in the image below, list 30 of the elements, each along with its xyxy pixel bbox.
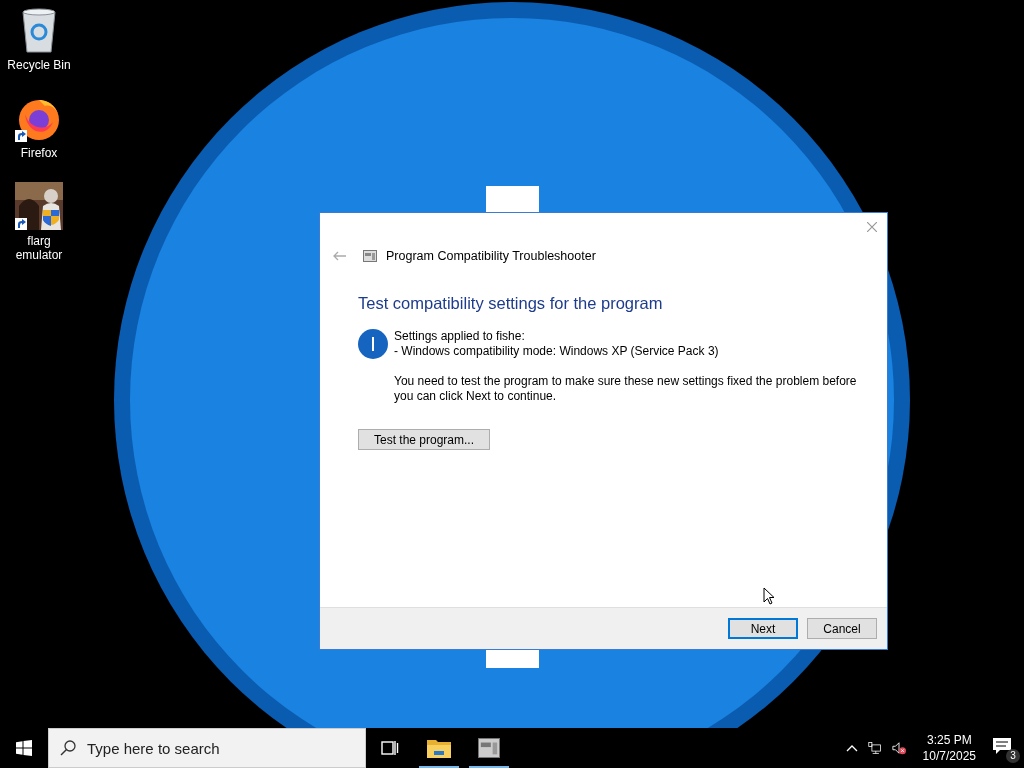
clock-date[interactable]: 10/7/2025 xyxy=(922,748,976,764)
troubleshooter-icon xyxy=(363,249,377,263)
volume-icon[interactable] xyxy=(891,741,906,755)
search-field[interactable]: Type here to search xyxy=(48,728,366,768)
window-title: Program Compatibility Troubleshooter xyxy=(386,249,596,263)
notification-count: 3 xyxy=(1006,749,1020,763)
network-icon[interactable] xyxy=(867,741,882,755)
start-icon[interactable] xyxy=(16,740,32,756)
desktop-icon-label[interactable]: flarg emulator xyxy=(4,234,74,262)
desktop-icon-label[interactable]: Firefox xyxy=(4,146,74,160)
clock-time[interactable]: 3:25 PM xyxy=(926,732,972,748)
info-icon xyxy=(358,329,388,359)
info-text: Settings applied to fishe: xyxy=(394,329,526,344)
page-heading: Test compatibility settings for the program xyxy=(358,294,664,313)
instruction-text: You need to test the program to make sure these new settings fixed the problem before you can click Next to continue. xyxy=(394,374,858,404)
shortcut-arrow-icon xyxy=(15,218,27,230)
shortcut-arrow-icon xyxy=(15,130,27,142)
troubleshooter-icon[interactable] xyxy=(477,738,501,758)
dialog-button[interactable]: Next xyxy=(728,618,798,639)
notifications-icon[interactable] xyxy=(992,737,1012,755)
task-view-icon[interactable] xyxy=(381,739,399,757)
mouse-cursor-icon xyxy=(763,587,775,605)
search-icon xyxy=(60,740,76,756)
test-program-button[interactable]: Test the program... xyxy=(358,429,490,450)
desktop-icon-label[interactable]: Recycle Bin xyxy=(4,58,74,72)
info-text: - Windows compatibility mode: Windows XP (Service Pack 3) xyxy=(394,344,720,359)
folder-icon[interactable] xyxy=(427,738,451,758)
dialog-button[interactable]: Cancel xyxy=(807,618,877,639)
chevron-up-icon[interactable] xyxy=(845,744,858,752)
close-icon[interactable] xyxy=(867,222,877,232)
